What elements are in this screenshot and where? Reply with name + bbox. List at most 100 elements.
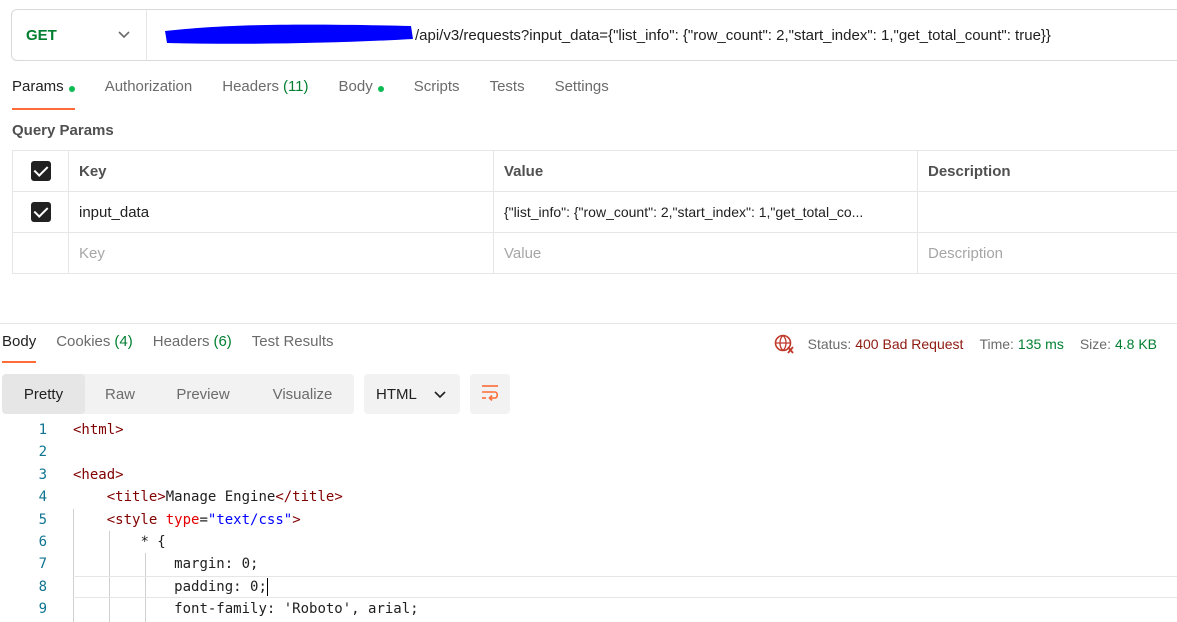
tab-label: Body bbox=[2, 333, 37, 350]
param-description-cell[interactable] bbox=[917, 191, 1177, 233]
line-number: 5 bbox=[38, 511, 47, 528]
tab-authorization[interactable]: Authorization bbox=[105, 78, 193, 110]
view-mode-visualize[interactable]: Visualize bbox=[251, 374, 354, 414]
table-header-row: Key Value Description bbox=[12, 150, 1177, 192]
param-key-cell[interactable]: input_data bbox=[68, 191, 494, 233]
code-line: 6 * { bbox=[0, 531, 1177, 553]
globe-error-icon[interactable] bbox=[774, 334, 794, 354]
tab-body[interactable]: Body bbox=[339, 78, 384, 110]
code-line: 9 font-family: 'Roboto', arial; bbox=[0, 598, 1177, 620]
line-number: 3 bbox=[38, 466, 47, 483]
tab-label: Headers bbox=[222, 78, 279, 95]
format-select[interactable]: HTML bbox=[364, 374, 460, 414]
table-row-empty: Key Value Description bbox=[12, 232, 1177, 274]
response-tab-body[interactable]: Body bbox=[2, 333, 37, 363]
line-number: 1 bbox=[38, 422, 47, 438]
tab-label: Tests bbox=[489, 78, 525, 95]
code-text: <head> bbox=[73, 466, 124, 483]
pane-divider[interactable] bbox=[0, 323, 1177, 324]
value-input[interactable]: Value bbox=[493, 232, 918, 274]
size-value[interactable]: 4.8 KB bbox=[1115, 336, 1157, 352]
code-line: 4 <title>Manage Engine</title> bbox=[0, 486, 1177, 508]
time-label: Time: bbox=[979, 336, 1014, 352]
tab-headers[interactable]: Headers (11) bbox=[222, 78, 308, 110]
param-value-cell[interactable]: {"list_info": {"row_count": 2,"start_ind… bbox=[493, 191, 918, 233]
row-checkbox-cell[interactable] bbox=[12, 191, 69, 233]
response-tab-cookies[interactable]: Cookies (4) bbox=[56, 333, 133, 363]
view-mode-pretty[interactable]: Pretty bbox=[2, 374, 85, 414]
url-bar[interactable]: GET /api/v3/requests?input_data={"list_i… bbox=[11, 9, 1177, 61]
response-code-editor[interactable]: 1 <html> 2 3 <head> 4 <title>Manage Engine</t… bbox=[0, 419, 1177, 622]
tab-count-badge: (6) bbox=[213, 333, 232, 350]
tab-label: Body bbox=[338, 78, 373, 95]
code-line: 2 bbox=[0, 441, 1177, 463]
chevron-down-icon bbox=[434, 386, 446, 403]
tab-label: Settings bbox=[554, 78, 609, 95]
code-line: 5 <style type="text/css"> bbox=[0, 509, 1177, 531]
key-column-header: Key bbox=[68, 150, 494, 192]
view-mode-raw[interactable]: Raw bbox=[85, 374, 155, 414]
param-value-text: {"list_info": {"row_count": 2,"start_ind… bbox=[504, 204, 864, 220]
tab-label: Scripts bbox=[413, 78, 460, 95]
code-line: 3 <head> bbox=[0, 464, 1177, 486]
key-input[interactable]: Key bbox=[68, 232, 494, 274]
description-column-header: Description bbox=[917, 150, 1177, 192]
select-all-checkbox-cell[interactable] bbox=[12, 150, 69, 192]
tab-label: Headers bbox=[152, 333, 210, 350]
code-text: * { bbox=[140, 533, 166, 550]
query-params-table: Key Value Description input_data {"list_… bbox=[12, 150, 1177, 274]
time-value[interactable]: 135 ms bbox=[1018, 336, 1064, 352]
query-params-title: Query Params bbox=[12, 122, 114, 139]
redacted-host bbox=[161, 24, 413, 45]
response-status-bar: Status: 400 Bad Request Time: 135 ms Siz… bbox=[774, 334, 1157, 354]
tab-label: Test Results bbox=[251, 333, 334, 350]
tab-tests[interactable]: Tests bbox=[490, 78, 525, 110]
status-value[interactable]: 400 Bad Request bbox=[855, 336, 963, 352]
code-text: <html> bbox=[73, 422, 124, 438]
request-tabs: Params Authorization Headers (11) Body Script… bbox=[12, 78, 639, 110]
view-mode-preview[interactable]: Preview bbox=[155, 374, 251, 414]
code-line: 1 <html> bbox=[0, 419, 1177, 441]
method-select[interactable]: GET bbox=[12, 10, 147, 60]
wrap-lines-icon bbox=[480, 383, 500, 406]
size-label: Size: bbox=[1079, 336, 1111, 352]
line-number: 8 bbox=[38, 578, 47, 595]
tab-params[interactable]: Params bbox=[12, 78, 75, 110]
format-label: HTML bbox=[376, 385, 417, 403]
text-cursor bbox=[266, 577, 269, 596]
code-text: <title>Manage Engine</title> bbox=[106, 489, 343, 506]
wrap-lines-button[interactable] bbox=[470, 374, 510, 414]
line-number: 9 bbox=[38, 601, 47, 618]
chevron-down-icon bbox=[118, 28, 130, 42]
code-text: padding: 0; bbox=[174, 577, 269, 596]
status-label: Status: bbox=[807, 336, 852, 352]
response-tab-test-results[interactable]: Test Results bbox=[252, 333, 334, 363]
row-checkbox[interactable] bbox=[30, 202, 51, 222]
response-tab-headers[interactable]: Headers (6) bbox=[153, 333, 232, 363]
code-text: font-family: 'Roboto', arial; bbox=[174, 601, 419, 618]
line-number: 7 bbox=[38, 556, 47, 573]
table-row: input_data {"list_info": {"row_count": 2… bbox=[12, 191, 1177, 233]
code-line: 7 margin: 0; bbox=[0, 553, 1177, 575]
view-mode-selector: Pretty Raw Preview Visualize bbox=[2, 374, 354, 414]
line-number: 6 bbox=[38, 533, 47, 550]
tab-settings[interactable]: Settings bbox=[555, 78, 609, 110]
tab-count-badge: (11) bbox=[282, 78, 309, 95]
line-number: 4 bbox=[38, 489, 47, 506]
code-line: 8 padding: 0; bbox=[0, 575, 1177, 599]
value-column-header: Value bbox=[493, 150, 918, 192]
description-input[interactable]: Description bbox=[917, 232, 1177, 274]
tab-label: Authorization bbox=[104, 78, 193, 95]
code-text: margin: 0; bbox=[174, 556, 259, 573]
tab-label: Cookies bbox=[56, 333, 111, 350]
tab-scripts[interactable]: Scripts bbox=[414, 78, 460, 110]
response-tabs: Body Cookies (4) Headers (6) Test Results bbox=[2, 333, 354, 363]
tab-count-badge: (4) bbox=[114, 333, 133, 350]
status-dot-icon bbox=[377, 86, 384, 92]
status-dot-icon bbox=[68, 86, 75, 92]
url-text: /api/v3/requests?input_data={"list_info"… bbox=[415, 26, 1051, 44]
url-input[interactable]: /api/v3/requests?input_data={"list_info"… bbox=[147, 10, 1051, 60]
empty-checkbox-cell bbox=[12, 232, 69, 274]
select-all-checkbox[interactable] bbox=[30, 161, 51, 181]
line-number: 2 bbox=[38, 444, 47, 461]
